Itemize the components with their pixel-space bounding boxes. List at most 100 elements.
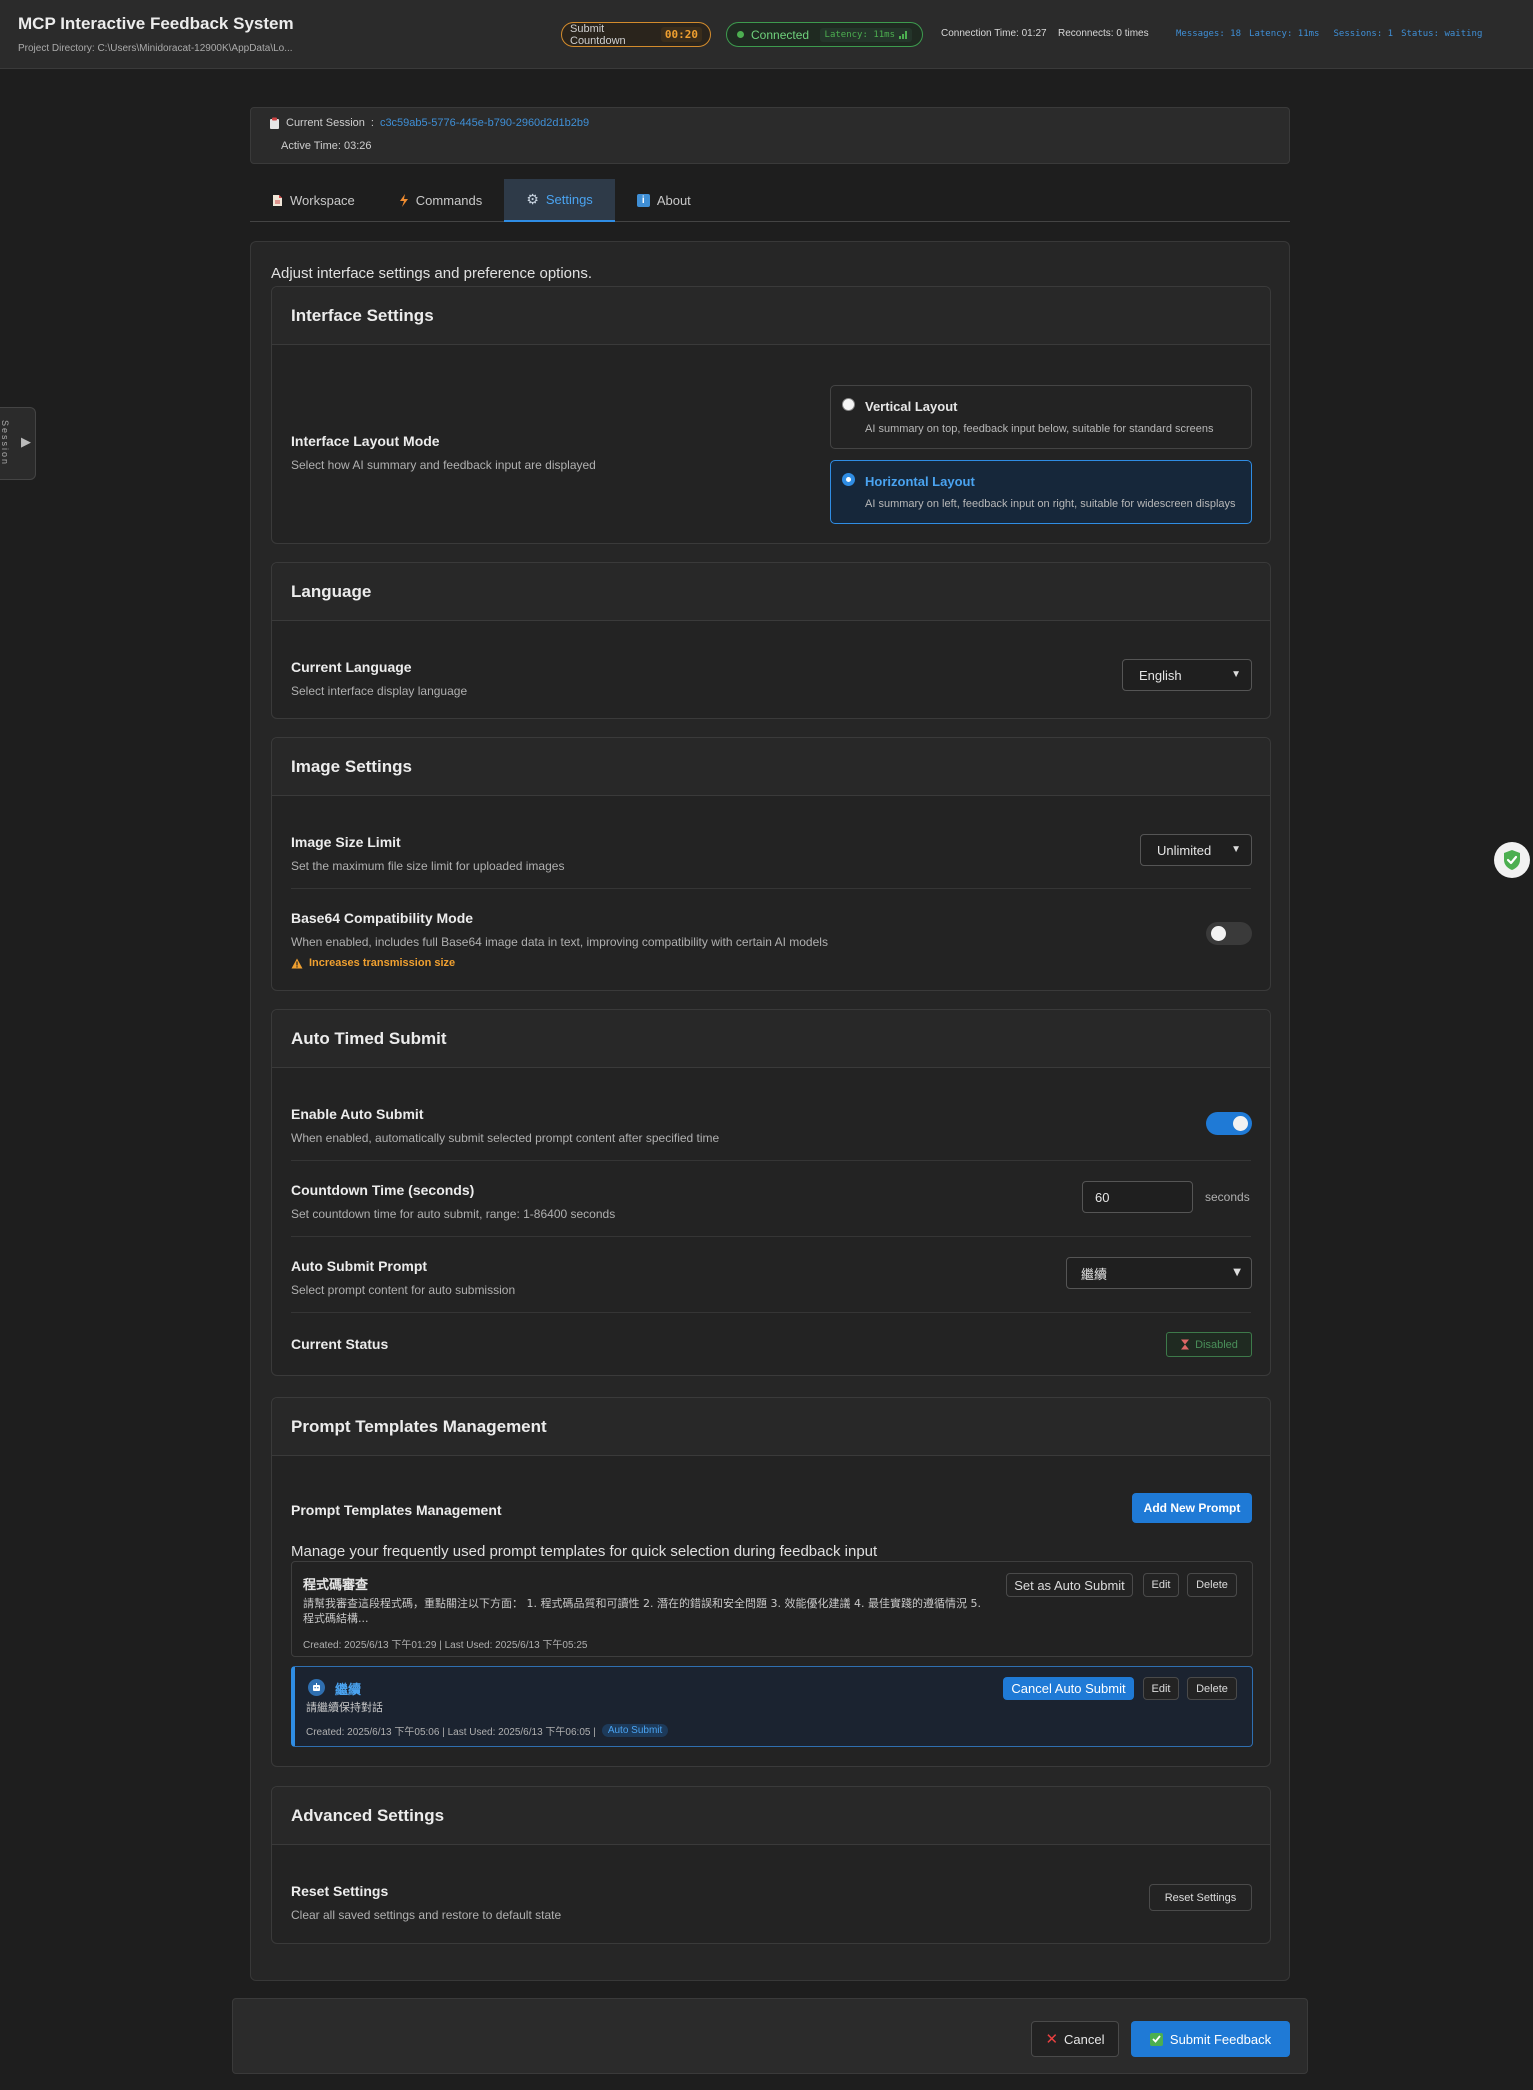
language-select[interactable]: English ▼ xyxy=(1122,659,1252,691)
delete-template-button[interactable]: Delete xyxy=(1187,1677,1237,1700)
latency-badge: Latency: 11ms xyxy=(819,27,912,42)
horizontal-layout-option[interactable]: Horizontal Layout AI summary on left, fe… xyxy=(830,460,1252,524)
prompt-templates-card: Prompt Templates Management Prompt Templ… xyxy=(271,1397,1271,1767)
template-meta-text: Created: 2025/6/13 下午05:06 | Last Used: … xyxy=(306,1727,596,1738)
gear-icon: ⚙ xyxy=(526,191,539,207)
reset-settings-title: Reset Settings xyxy=(291,1883,389,1899)
enable-auto-submit-title: Enable Auto Submit xyxy=(291,1106,424,1122)
tab-about[interactable]: i About xyxy=(615,179,713,222)
prompt-templates-heading: Prompt Templates Management xyxy=(272,1398,1270,1456)
document-icon xyxy=(273,195,282,206)
prompt-template-item: 程式碼審查 請幫我審查這段程式碼，重點關注以下方面： 1. 程式碼品質和可讀性 … xyxy=(291,1561,1253,1657)
tab-workspace-label: Workspace xyxy=(290,193,355,208)
latency-badge-label: Latency: 11ms xyxy=(824,29,895,40)
warning-icon xyxy=(291,958,303,968)
auto-submit-heading: Auto Timed Submit xyxy=(272,1010,1270,1068)
cancel-button[interactable]: ✕ Cancel xyxy=(1031,2021,1119,2057)
connection-status: Connected Latency: 11ms xyxy=(726,22,923,47)
chevron-down-icon: ▼ xyxy=(1233,1267,1241,1278)
auto-submit-status-badge: Disabled xyxy=(1166,1332,1252,1357)
app-header: MCP Interactive Feedback System Project … xyxy=(0,0,1533,69)
tab-commands[interactable]: Commands xyxy=(377,179,504,222)
session-tab-label: Session xyxy=(0,420,10,467)
lightning-icon xyxy=(399,194,408,207)
play-arrow-icon: ▶ xyxy=(21,434,31,449)
countdown-value: 00:20 xyxy=(660,27,702,42)
divider xyxy=(291,1236,1251,1237)
reset-settings-desc: Clear all saved settings and restore to … xyxy=(291,1908,562,1922)
session-active-time: Active Time: 03:26 xyxy=(281,140,372,152)
session-bar: Current Session : c3c59ab5-5776-445e-b79… xyxy=(250,107,1290,164)
reconnect-count: Reconnects: 0 times xyxy=(1058,28,1149,39)
template-content: 請繼續保持對話 xyxy=(306,1701,383,1714)
image-settings-card: Image Settings Image Size Limit Set the … xyxy=(271,737,1271,991)
advanced-settings-card: Advanced Settings Reset Settings Clear a… xyxy=(271,1786,1271,1944)
stat-status: Status: waiting xyxy=(1401,29,1483,39)
shield-check-icon[interactable] xyxy=(1494,842,1530,878)
divider xyxy=(291,1160,1251,1161)
project-directory: Project Directory: C:\Users\Minidoracat-… xyxy=(18,43,293,54)
base64-mode-desc: When enabled, includes full Base64 image… xyxy=(291,935,828,949)
set-auto-submit-button[interactable]: Set as Auto Submit xyxy=(1006,1573,1133,1597)
submit-feedback-button[interactable]: Submit Feedback xyxy=(1131,2021,1290,2057)
robot-icon xyxy=(308,1679,325,1696)
enable-auto-submit-desc: When enabled, automatically submit selec… xyxy=(291,1131,720,1145)
auto-submit-prompt-select[interactable]: 繼續 ▼ xyxy=(1066,1257,1252,1289)
auto-submit-prompt-desc: Select prompt content for auto submissio… xyxy=(291,1283,516,1297)
horizontal-layout-radio[interactable] xyxy=(842,473,855,486)
advanced-settings-heading: Advanced Settings xyxy=(272,1787,1270,1845)
base64-warning: Increases transmission size xyxy=(291,957,455,969)
tab-settings[interactable]: ⚙ Settings xyxy=(504,179,615,222)
submit-feedback-label: Submit Feedback xyxy=(1169,2031,1272,2047)
countdown-time-input[interactable]: 60 xyxy=(1082,1181,1193,1213)
image-size-select[interactable]: Unlimited ▼ xyxy=(1140,834,1252,866)
app-title: MCP Interactive Feedback System xyxy=(18,14,294,33)
image-size-value: Unlimited xyxy=(1157,842,1212,858)
settings-panel: Adjust interface settings and preference… xyxy=(250,241,1290,1981)
add-new-prompt-button[interactable]: Add New Prompt xyxy=(1132,1493,1252,1523)
timer-icon xyxy=(1181,1339,1190,1350)
cancel-auto-submit-button[interactable]: Cancel Auto Submit xyxy=(1003,1677,1134,1700)
tab-about-label: About xyxy=(656,193,691,208)
image-size-desc: Set the maximum file size limit for uplo… xyxy=(291,859,565,873)
current-language-desc: Select interface display language xyxy=(291,684,468,698)
tab-workspace[interactable]: Workspace xyxy=(250,179,377,222)
language-select-value: English xyxy=(1139,667,1182,683)
delete-template-button[interactable]: Delete xyxy=(1187,1573,1237,1597)
connection-stats: Messages: 18 Latency: 11ms Sessions: 1 S… xyxy=(1176,29,1482,39)
countdown-label: Submit Countdown xyxy=(570,22,626,47)
template-meta-text: Created: 2025/6/13 下午01:29 | Last Used: … xyxy=(303,1640,588,1651)
base64-mode-title: Base64 Compatibility Mode xyxy=(291,910,474,926)
edit-template-button[interactable]: Edit xyxy=(1143,1573,1179,1597)
template-content: 請幫我審查這段程式碼，重點關注以下方面： 1. 程式碼品質和可讀性 2. 潛在的… xyxy=(303,1597,981,1625)
auto-submit-toggle[interactable] xyxy=(1206,1112,1252,1135)
countdown-time-value: 60 xyxy=(1095,1189,1110,1205)
reset-settings-button[interactable]: Reset Settings xyxy=(1149,1884,1252,1911)
stat-sessions: Sessions: 1 xyxy=(1333,29,1394,39)
template-name: 繼續 xyxy=(335,1683,362,1698)
close-icon: ✕ xyxy=(1045,2031,1059,2048)
vertical-layout-radio[interactable] xyxy=(842,398,855,411)
session-id[interactable]: c3c59ab5-5776-445e-b790-2960d2d1b2b9 xyxy=(380,117,589,129)
template-meta: Created: 2025/6/13 下午05:06 | Last Used: … xyxy=(306,1723,669,1738)
edit-template-button[interactable]: Edit xyxy=(1143,1677,1179,1700)
language-heading: Language xyxy=(272,563,1270,621)
session-panel-toggle[interactable]: Session ▶ xyxy=(0,407,36,480)
info-icon: i xyxy=(636,194,650,207)
divider xyxy=(291,1312,1251,1313)
settings-intro: Adjust interface settings and preference… xyxy=(271,265,593,282)
base64-toggle[interactable] xyxy=(1206,922,1252,945)
layout-mode-title: Interface Layout Mode xyxy=(291,433,440,449)
auto-submit-status-text: Disabled xyxy=(1195,1338,1238,1351)
checkmark-icon xyxy=(1149,2032,1163,2046)
image-settings-heading: Image Settings xyxy=(272,738,1270,796)
chevron-down-icon: ▼ xyxy=(1231,844,1241,855)
tab-commands-label: Commands xyxy=(415,193,483,208)
vertical-layout-option[interactable]: Vertical Layout AI summary on top, feedb… xyxy=(830,385,1252,449)
connection-time: Connection Time: 01:27 xyxy=(941,28,1047,39)
submit-countdown: Submit Countdown 00:20 xyxy=(561,22,711,47)
layout-mode-desc: Select how AI summary and feedback input… xyxy=(291,458,596,472)
template-meta: Created: 2025/6/13 下午01:29 | Last Used: … xyxy=(303,1636,587,1651)
base64-warning-text: Increases transmission size xyxy=(309,957,456,969)
auto-submit-tag: Auto Submit xyxy=(601,1724,669,1737)
